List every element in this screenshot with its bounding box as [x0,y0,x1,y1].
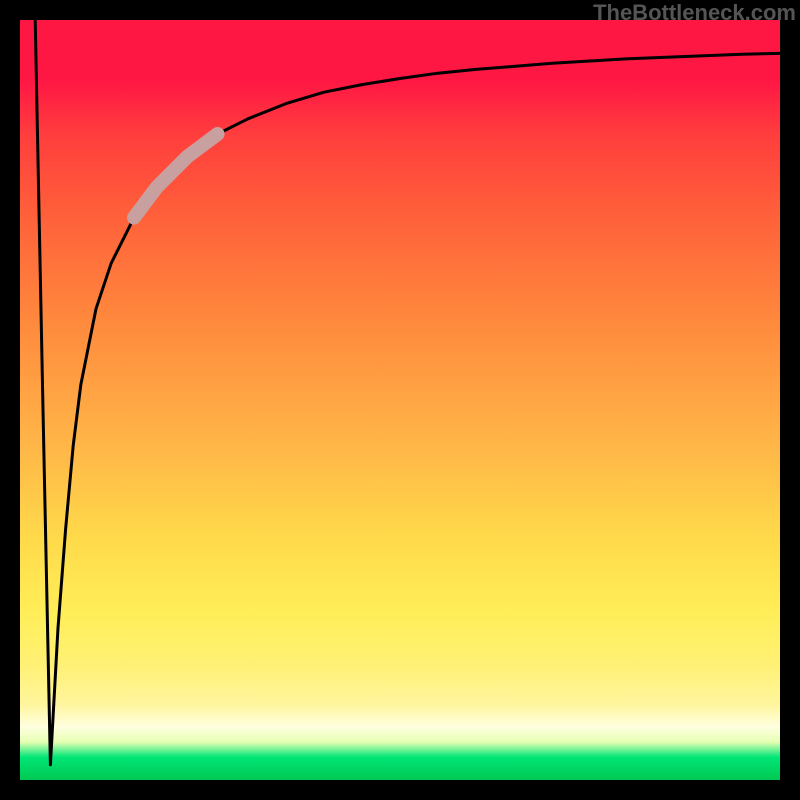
curve-svg [20,20,780,780]
main-curve-path [35,20,780,765]
chart-container: TheBottleneck.com [0,0,800,800]
attribution-text: TheBottleneck.com [593,0,796,26]
highlight-segment-path [134,134,218,218]
